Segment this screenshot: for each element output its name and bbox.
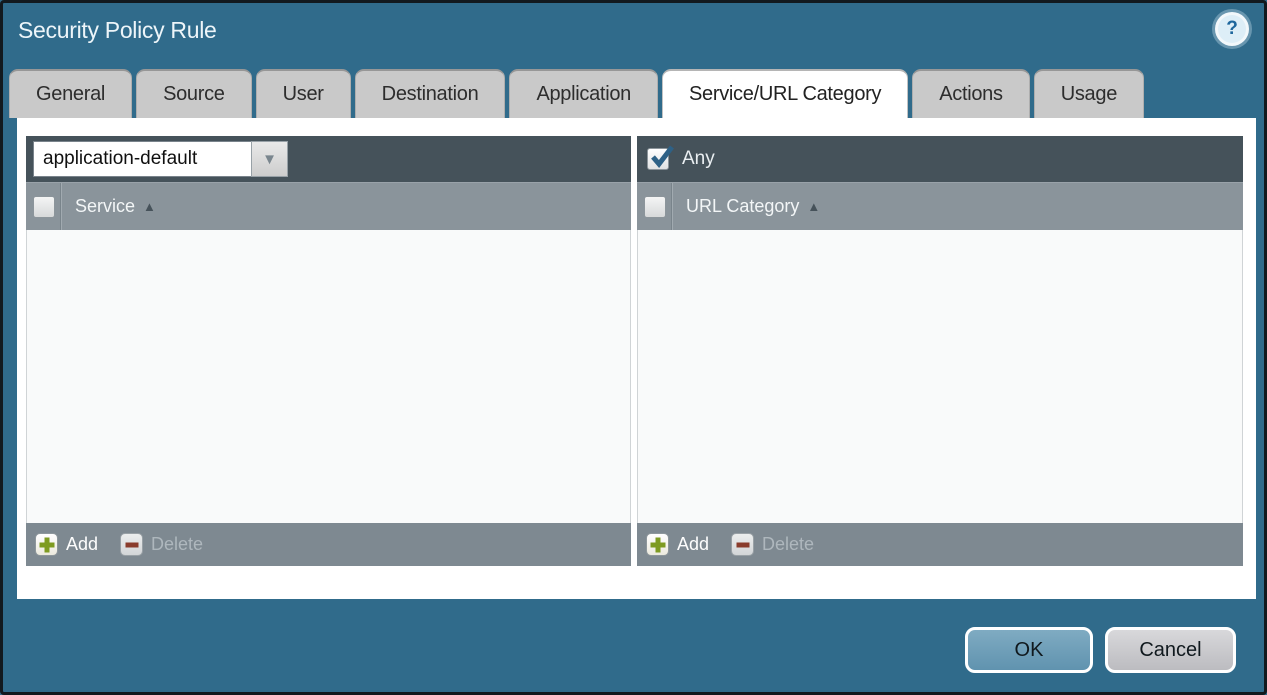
delete-minus-icon bbox=[731, 533, 754, 556]
service-type-dropdown-button[interactable]: ▼ bbox=[251, 141, 288, 177]
any-checkbox-label[interactable]: Any bbox=[682, 148, 715, 170]
sort-ascending-icon[interactable]: ▲ bbox=[143, 199, 156, 214]
add-button-label: Add bbox=[66, 534, 98, 555]
service-add-button[interactable]: Add bbox=[35, 533, 98, 556]
cancel-button[interactable]: Cancel bbox=[1105, 627, 1236, 673]
tab-service-url-category[interactable]: Service/URL Category bbox=[662, 69, 908, 118]
url-category-select-all-checkbox[interactable] bbox=[644, 196, 666, 218]
service-toolbar: application-default ▼ bbox=[26, 136, 631, 182]
url-category-table-body[interactable] bbox=[637, 230, 1243, 523]
tab-bar: General Source User Destination Applicat… bbox=[9, 69, 1144, 118]
ok-button[interactable]: OK bbox=[965, 627, 1093, 673]
checkmark-icon bbox=[648, 143, 676, 171]
service-url-category-tab-panel: application-default ▼ Service ▲ Add bbox=[17, 118, 1256, 599]
service-table-header: Service ▲ bbox=[26, 182, 631, 230]
service-type-dropdown[interactable]: application-default ▼ bbox=[33, 141, 288, 177]
tab-label: Application bbox=[536, 83, 631, 106]
tab-label: Destination bbox=[382, 83, 479, 106]
question-mark-glyph: ? bbox=[1226, 18, 1238, 40]
add-plus-icon bbox=[35, 533, 58, 556]
help-icon[interactable]: ? bbox=[1218, 15, 1246, 43]
service-panel: application-default ▼ Service ▲ Add bbox=[26, 136, 631, 566]
tab-user[interactable]: User bbox=[256, 69, 351, 118]
url-category-footer: Add Delete bbox=[637, 523, 1243, 566]
security-policy-rule-dialog: Security Policy Rule ? General Source Us… bbox=[0, 0, 1267, 695]
service-select-all-checkbox[interactable] bbox=[33, 196, 55, 218]
delete-button-label: Delete bbox=[151, 534, 203, 555]
tab-source[interactable]: Source bbox=[136, 69, 252, 118]
delete-minus-icon bbox=[120, 533, 143, 556]
add-plus-icon bbox=[646, 533, 669, 556]
any-checkbox[interactable] bbox=[647, 148, 669, 170]
tab-label: Source bbox=[163, 83, 225, 106]
tab-label: User bbox=[283, 83, 324, 106]
url-category-column-header[interactable]: URL Category bbox=[673, 196, 799, 217]
delete-button-label: Delete bbox=[762, 534, 814, 555]
dialog-title: Security Policy Rule bbox=[18, 17, 217, 44]
service-footer: Add Delete bbox=[26, 523, 631, 566]
service-column-header[interactable]: Service bbox=[62, 196, 135, 217]
dropdown-arrow-icon: ▼ bbox=[262, 151, 277, 168]
url-category-delete-button[interactable]: Delete bbox=[731, 533, 814, 556]
tab-general[interactable]: General bbox=[9, 69, 132, 118]
url-category-panel: Any URL Category ▲ Add Delete bbox=[637, 136, 1243, 566]
url-category-add-button[interactable]: Add bbox=[646, 533, 709, 556]
tab-actions[interactable]: Actions bbox=[912, 69, 1030, 118]
tab-usage[interactable]: Usage bbox=[1034, 69, 1144, 118]
url-category-table-header: URL Category ▲ bbox=[637, 182, 1243, 230]
service-delete-button[interactable]: Delete bbox=[120, 533, 203, 556]
tab-destination[interactable]: Destination bbox=[355, 69, 506, 118]
add-button-label: Add bbox=[677, 534, 709, 555]
sort-ascending-icon[interactable]: ▲ bbox=[807, 199, 820, 214]
tab-label: Actions bbox=[939, 83, 1003, 106]
tab-label: Service/URL Category bbox=[689, 83, 881, 106]
tab-label: General bbox=[36, 83, 105, 106]
tab-application[interactable]: Application bbox=[509, 69, 658, 118]
url-category-toolbar: Any bbox=[637, 136, 1243, 182]
service-table-body[interactable] bbox=[26, 230, 631, 523]
service-type-dropdown-value[interactable]: application-default bbox=[33, 141, 251, 177]
tab-label: Usage bbox=[1061, 83, 1117, 106]
